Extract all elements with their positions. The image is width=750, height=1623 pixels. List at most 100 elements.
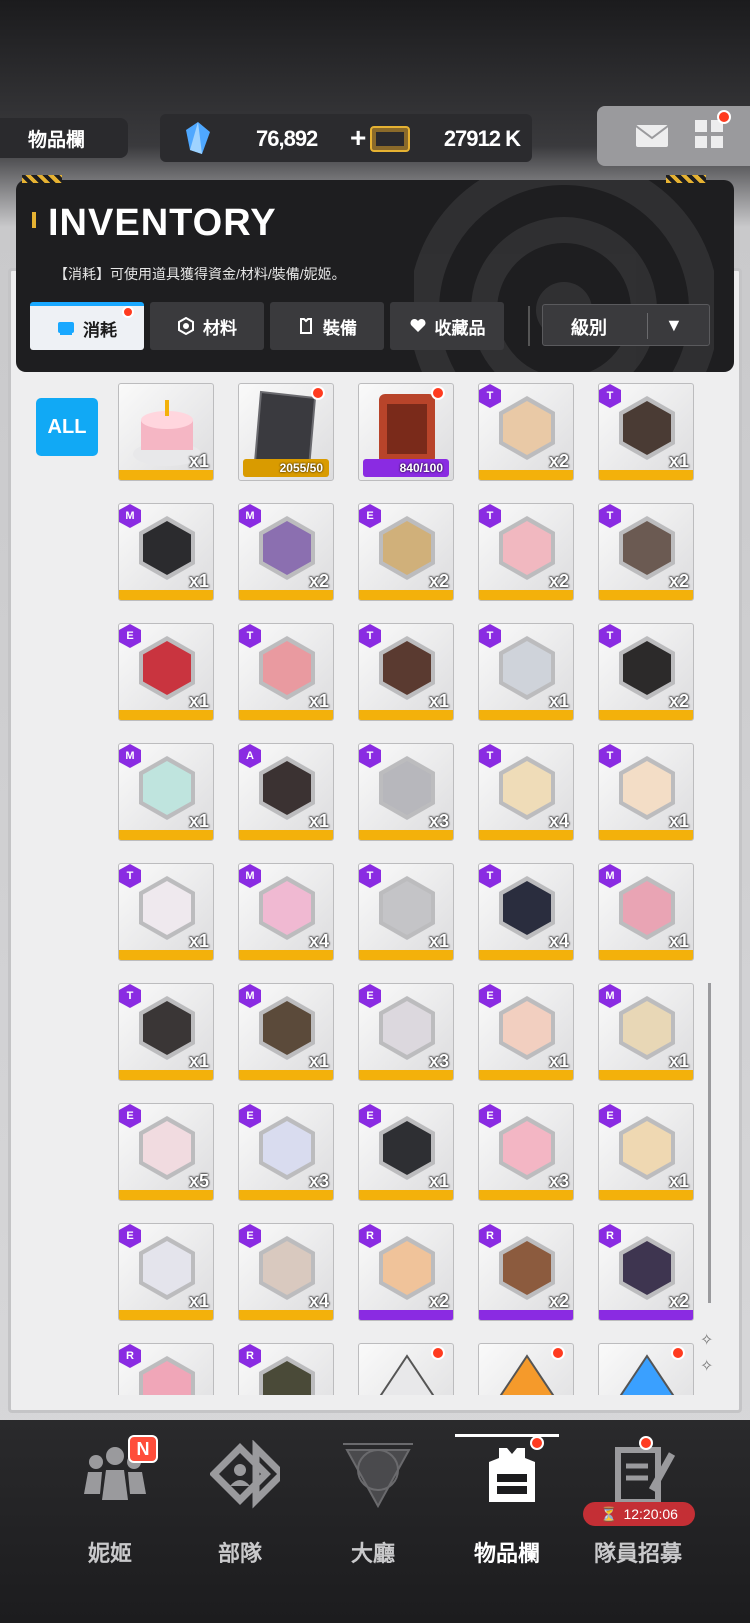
inventory-item[interactable]: Tx1 — [598, 383, 694, 481]
inventory-item[interactable] — [358, 1343, 454, 1395]
inventory-item[interactable]: R — [238, 1343, 334, 1395]
inventory-item[interactable] — [478, 1343, 574, 1395]
recruit-timer: ⏳ 12:20:06 — [583, 1502, 695, 1526]
mail-icon[interactable] — [635, 124, 669, 148]
inventory-item[interactable]: Ex1 — [118, 1223, 214, 1321]
nav-label: 妮姬 — [87, 1541, 132, 1566]
squad-icon — [210, 1440, 280, 1509]
item-quantity: x1 — [188, 931, 209, 951]
class-badge-icon: R — [239, 1344, 261, 1368]
inventory-item[interactable]: Ex1 — [358, 1103, 454, 1201]
item-quantity: x1 — [188, 451, 209, 471]
tab-collectibles[interactable]: 收藏品 — [390, 302, 504, 350]
nav-label: 物品欄 — [473, 1541, 540, 1566]
item-quantity: x2 — [548, 1291, 569, 1311]
inventory-item[interactable]: Ex3 — [238, 1103, 334, 1201]
currency-bar: 76,892 + 27912 K — [160, 114, 532, 162]
inventory-item[interactable]: Ex1 — [118, 623, 214, 721]
chevron-down-icon: ▼ — [665, 315, 683, 335]
inventory-item[interactable]: Tx2 — [598, 503, 694, 601]
inventory-item[interactable]: Tx3 — [358, 743, 454, 841]
item-quantity: x4 — [548, 931, 569, 951]
class-badge-icon: E — [239, 1224, 261, 1248]
inventory-item[interactable]: Ex1 — [478, 983, 574, 1081]
nav-squad[interactable]: 部隊 — [175, 1420, 305, 1570]
item-quantity: x1 — [428, 1171, 449, 1191]
inventory-item[interactable]: Tx1 — [238, 623, 334, 721]
inventory-item[interactable]: Ex1 — [598, 1103, 694, 1201]
inventory-item[interactable]: Rx2 — [598, 1223, 694, 1321]
class-badge-icon: T — [479, 384, 501, 408]
class-badge-icon: E — [479, 984, 501, 1008]
item-notification-dot — [671, 1346, 685, 1360]
inventory-item[interactable]: Tx2 — [598, 623, 694, 721]
class-badge-icon: T — [479, 864, 501, 888]
inventory-item[interactable]: Mx2 — [238, 503, 334, 601]
class-badge-icon: T — [599, 504, 621, 528]
grid-menu-icon[interactable] — [695, 120, 723, 148]
nav-lobby[interactable]: 大廳 — [308, 1420, 438, 1570]
nav-notification-dot — [530, 1436, 544, 1450]
item-quantity: x5 — [188, 1171, 209, 1191]
item-quantity: x1 — [668, 811, 689, 831]
inventory-item[interactable]: Ex4 — [238, 1223, 334, 1321]
inventory-item[interactable]: Ex5 — [118, 1103, 214, 1201]
class-badge-icon: R — [599, 1224, 621, 1248]
tab-equipment[interactable]: 裝備 — [270, 302, 384, 350]
inventory-item[interactable]: Rx2 — [358, 1223, 454, 1321]
top-bar: 物品欄 76,892 + 27912 K — [0, 106, 750, 170]
item-quantity: x2 — [428, 571, 449, 591]
inventory-item[interactable]: Mx1 — [598, 983, 694, 1081]
inventory-item[interactable]: Tx1 — [598, 743, 694, 841]
gem-icon — [186, 122, 210, 154]
inventory-item[interactable]: Ex3 — [358, 983, 454, 1081]
inventory-item[interactable]: Tx2 — [478, 503, 574, 601]
inventory-item[interactable] — [598, 1343, 694, 1395]
tab-materials[interactable]: 材料 — [150, 302, 264, 350]
inventory-item[interactable]: Mx1 — [118, 503, 214, 601]
inventory-item[interactable]: Ex2 — [358, 503, 454, 601]
class-badge-icon: M — [239, 984, 261, 1008]
item-quantity: x2 — [428, 1291, 449, 1311]
class-badge-icon: M — [239, 504, 261, 528]
scroll-up-icon: ✧ — [700, 1332, 714, 1349]
inventory-item[interactable]: Tx1 — [478, 623, 574, 721]
nav-inventory[interactable]: 物品欄 — [442, 1420, 572, 1570]
tab-consumables[interactable]: 消耗 — [30, 302, 144, 350]
inventory-item[interactable]: Ex3 — [478, 1103, 574, 1201]
class-badge-icon: T — [479, 624, 501, 648]
inventory-item[interactable]: Tx1 — [358, 623, 454, 721]
inventory-item[interactable]: Tx1 — [358, 863, 454, 961]
sort-dropdown[interactable]: 級別 ▼ — [542, 304, 710, 346]
class-badge-icon: T — [359, 744, 381, 768]
inventory-item[interactable]: Mx1 — [598, 863, 694, 961]
inventory-item[interactable]: x1 — [118, 383, 214, 481]
inventory-item[interactable]: Ax1 — [238, 743, 334, 841]
lobby-icon — [343, 1443, 413, 1509]
inventory-item[interactable]: Tx4 — [478, 863, 574, 961]
inventory-item[interactable]: 2055/50 — [238, 383, 334, 481]
inventory-item[interactable]: Tx2 — [478, 383, 574, 481]
armor-icon — [300, 318, 312, 334]
inventory-icon — [489, 1448, 535, 1502]
inventory-item[interactable]: Tx4 — [478, 743, 574, 841]
tab-label: 消耗 — [83, 320, 117, 340]
inventory-item[interactable]: R — [118, 1343, 214, 1395]
inventory-item[interactable]: Tx1 — [118, 983, 214, 1081]
item-quantity: x3 — [428, 1051, 449, 1071]
add-gem-button[interactable]: + — [350, 122, 366, 154]
credit-card-icon — [370, 126, 410, 152]
inventory-item[interactable]: Rx2 — [478, 1223, 574, 1321]
class-badge-icon: T — [119, 984, 141, 1008]
scrollbar[interactable] — [708, 983, 711, 1303]
inventory-item[interactable]: Mx1 — [118, 743, 214, 841]
nav-recruit[interactable]: 隊員招募 — [573, 1420, 703, 1570]
class-badge-icon: E — [119, 624, 141, 648]
inventory-item[interactable]: Tx1 — [118, 863, 214, 961]
inventory-item[interactable]: Mx1 — [238, 983, 334, 1081]
inventory-item[interactable]: Mx4 — [238, 863, 334, 961]
inventory-item[interactable]: 840/100 — [358, 383, 454, 481]
page-subtitle: 【消耗】可使用道具獲得資金/材料/裝備/妮姬。 — [54, 266, 346, 282]
filter-all-button[interactable]: ALL — [36, 398, 98, 456]
class-badge-icon: M — [119, 504, 141, 528]
